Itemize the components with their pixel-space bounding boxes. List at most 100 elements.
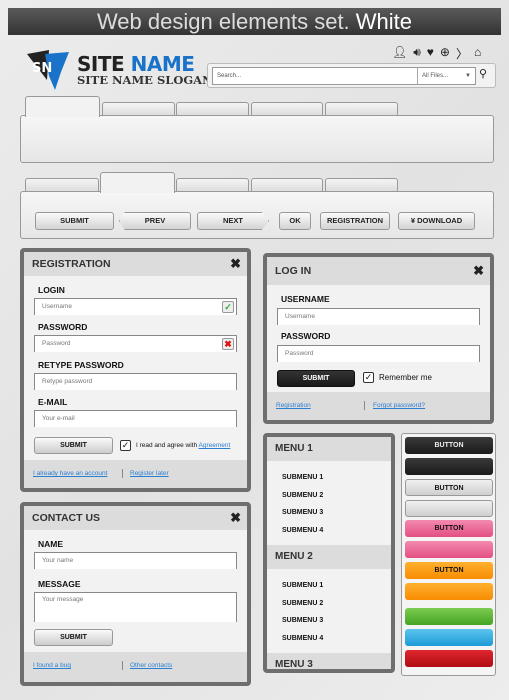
submenu-item[interactable]: SUBMENU 1 [267, 469, 391, 487]
panel-title: REGISTRATION [32, 258, 111, 270]
pink-button[interactable]: BUTTON [405, 520, 493, 537]
panel-footer: I already have an account Register later [24, 460, 247, 488]
site-slogan: SITE NAME SLOGAN [77, 73, 213, 87]
contact-panel: CONTACT US ✖ NAME Your name MESSAGE Your … [20, 502, 251, 686]
black-button-blank[interactable] [405, 458, 493, 475]
submenu-item[interactable]: SUBMENU 2 [267, 595, 391, 613]
tab-2[interactable] [102, 102, 175, 116]
heart-icon[interactable]: ♥ [427, 45, 434, 62]
found-bug-link[interactable]: I found a bug [33, 662, 71, 669]
register-later-link[interactable]: Register later [130, 470, 169, 477]
title-text: Web design elements set. [96, 9, 350, 34]
registration-button[interactable]: REGISTRATION [320, 212, 390, 230]
panel-header: CONTACT US ✖ [24, 506, 247, 530]
double-chevron-down-icon: ¥ [410, 216, 416, 225]
filter-value: All Files... [422, 73, 449, 79]
menu-2[interactable]: MENU 2 [267, 545, 391, 569]
globe-icon[interactable]: ⊕ [440, 45, 450, 62]
ok-button[interactable]: OK [279, 212, 311, 230]
prev-button[interactable]: PREV [119, 212, 191, 230]
search-input[interactable]: Search... All Files... ▼ [212, 67, 476, 85]
blue-button[interactable] [405, 629, 493, 646]
filter-select[interactable]: All Files... ▼ [417, 68, 473, 84]
tab-3[interactable] [176, 178, 249, 192]
close-icon[interactable]: ✖ [230, 252, 241, 276]
next-button[interactable]: NEXT [197, 212, 269, 230]
name-field[interactable]: Your name [34, 552, 237, 569]
remember-checkbox[interactable]: ✓ [363, 372, 374, 383]
tab-4[interactable] [251, 178, 323, 192]
forgot-password-link[interactable]: Forgot password? [373, 402, 425, 409]
submit-button[interactable]: SUBMIT [35, 212, 114, 230]
silver-button[interactable]: BUTTON [405, 479, 493, 496]
message-label: MESSAGE [38, 579, 81, 589]
submenu-item[interactable]: SUBMENU 2 [267, 487, 391, 505]
black-button[interactable]: BUTTON [405, 437, 493, 454]
tab-3[interactable] [176, 102, 249, 116]
email-field[interactable]: Your e-mail [34, 410, 237, 427]
panel-title: CONTACT US [32, 512, 101, 524]
other-contacts-link[interactable]: Other contacts [130, 662, 172, 669]
submit-button[interactable]: SUBMIT [34, 437, 113, 454]
tab-2[interactable] [100, 172, 175, 193]
divider [122, 469, 123, 478]
chevron-down-icon: ▼ [465, 73, 471, 79]
tab-5[interactable] [325, 102, 398, 116]
banner-title: Web design elements set. White [8, 8, 501, 35]
placeholder: Password [42, 340, 71, 347]
have-account-link[interactable]: I already have an account [33, 470, 107, 477]
orange-button-blank[interactable] [405, 583, 493, 600]
menu-3[interactable]: MENU 3 [267, 653, 391, 669]
login-panel: LOG IN ✖ USERNAME Username PASSWORD Passw… [263, 253, 494, 424]
menu-panel: MENU 1 SUBMENU 1 SUBMENU 2 SUBMENU 3 SUB… [263, 433, 395, 673]
submenu-item[interactable]: SUBMENU 4 [267, 522, 391, 540]
username-label: USERNAME [281, 294, 330, 304]
password-label: PASSWORD [281, 331, 331, 341]
username-field[interactable]: Username ✓ [34, 298, 237, 315]
tab-4[interactable] [251, 102, 323, 116]
orange-button[interactable]: BUTTON [405, 562, 493, 579]
download-button[interactable]: ¥ DOWNLOAD [398, 212, 475, 230]
agreement-link[interactable]: Agreement [199, 442, 231, 449]
close-icon[interactable]: ✖ [230, 506, 241, 530]
close-icon[interactable]: ✖ [473, 257, 484, 285]
logo-icon: SN [27, 50, 69, 90]
download-label: DOWNLOAD [417, 216, 463, 225]
rss-icon[interactable]: 〉 [456, 45, 468, 62]
pink-button-blank[interactable] [405, 541, 493, 558]
submit-button[interactable]: SUBMIT [34, 629, 113, 646]
panel-title: LOG IN [275, 265, 312, 277]
logo-letters: SN [32, 61, 52, 76]
error-icon: ✖ [222, 338, 234, 350]
submenu-item[interactable]: SUBMENU 3 [267, 504, 391, 522]
title-accent: White [355, 9, 413, 34]
agree-checkbox[interactable]: ✓ [120, 440, 131, 451]
password-field[interactable]: Password [277, 345, 480, 362]
name-label: NAME [38, 539, 64, 549]
tab-1[interactable] [25, 96, 100, 117]
panel-footer: Registration Forgot password? [267, 392, 490, 420]
green-button[interactable] [405, 608, 493, 625]
submenu-item[interactable]: SUBMENU 1 [267, 577, 391, 595]
password-label: PASSWORD [38, 322, 88, 332]
menu-1[interactable]: MENU 1 [267, 437, 391, 461]
divider [122, 661, 123, 670]
username-field[interactable]: Username [277, 308, 480, 325]
message-field[interactable]: Your message [34, 592, 237, 622]
password-field[interactable]: Password ✖ [34, 335, 237, 352]
home-icon[interactable]: ⌂ [474, 45, 481, 62]
speaker-icon[interactable]: 🔊︎ [413, 45, 421, 62]
registration-link[interactable]: Registration [276, 402, 311, 409]
submenu-item[interactable]: SUBMENU 4 [267, 630, 391, 648]
red-button[interactable] [405, 650, 493, 667]
tab-1[interactable] [25, 178, 99, 192]
search-icon[interactable]: ⚲ [479, 67, 487, 80]
tab-5[interactable] [325, 178, 398, 192]
tab-panel-1 [20, 115, 494, 163]
login-submit-button[interactable]: SUBMIT [277, 370, 355, 387]
user-icon[interactable]: 👤︎ [392, 45, 407, 62]
silver-button-blank[interactable] [405, 500, 493, 517]
submenu-item[interactable]: SUBMENU 3 [267, 612, 391, 630]
search-placeholder: Search... [217, 73, 242, 79]
retype-password-field[interactable]: Retype password [34, 373, 237, 390]
